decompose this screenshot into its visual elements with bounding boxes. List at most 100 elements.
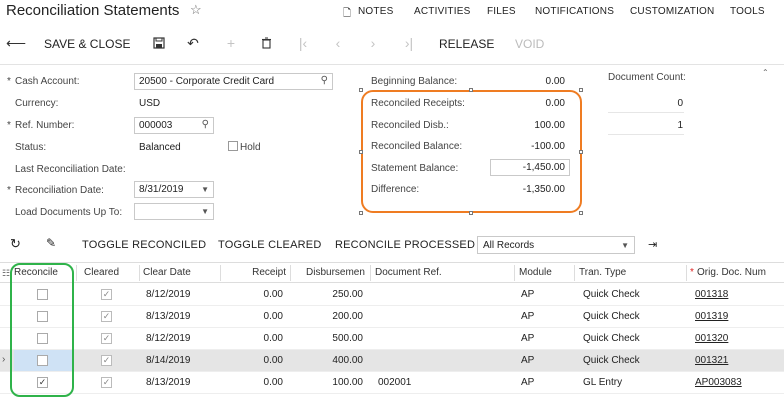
col-receipt[interactable]: Receipt [222,267,286,278]
required-marker: * [7,185,11,196]
clear-date-cell[interactable]: 8/14/2019 [146,355,191,366]
delete-icon[interactable] [257,35,275,52]
nav-activities[interactable]: ACTIVITIES [414,6,470,17]
toggle-reconciled-button[interactable]: TOGGLE RECONCILED [82,239,206,251]
resize-handle [579,211,583,215]
disbursement-cell[interactable]: 400.00 [292,355,363,366]
ref-number-field[interactable]: 000003 ⚲ [134,117,214,134]
document-count-disb: 1 [677,120,683,131]
search-icon[interactable]: ⚲ [321,75,328,86]
cleared-checkbox[interactable]: ✓ [101,311,112,322]
previous-record-icon[interactable]: ‹ [329,35,347,51]
back-arrow-icon[interactable]: ⟵ [6,35,26,52]
orig-doc-link[interactable]: AP003083 [695,377,742,388]
table-row[interactable]: ✓ 8/13/2019 0.00 200.00 AP Quick Check 001319 [0,306,784,328]
orig-doc-link[interactable]: 001320 [695,333,728,344]
cash-account-field[interactable]: 20500 - Corporate Credit Card ⚲ [134,73,333,90]
module-cell[interactable]: AP [521,333,534,344]
col-tran-type[interactable]: Tran. Type [579,267,626,278]
first-record-icon[interactable]: |‹ [294,35,312,51]
module-cell[interactable]: AP [521,289,534,300]
cleared-checkbox[interactable]: ✓ [101,355,112,366]
void-button[interactable]: VOID [515,37,544,51]
table-row[interactable]: ✓ ✓ 8/13/2019 0.00 100.00 002001 AP GL Entry AP0… [0,372,784,394]
clear-date-cell[interactable]: 8/13/2019 [146,311,191,322]
save-close-button[interactable]: SAVE & CLOSE [44,37,130,51]
ref-number-label: Ref. Number: [15,120,75,131]
col-clear-date[interactable]: Clear Date [143,267,191,278]
cleared-checkbox[interactable]: ✓ [101,333,112,344]
receipt-cell[interactable]: 0.00 [222,289,283,300]
table-row[interactable]: ✓ 8/12/2019 0.00 250.00 AP Quick Check 001318 [0,284,784,306]
tran-type-cell[interactable]: Quick Check [583,333,640,344]
disbursement-cell[interactable]: 100.00 [292,377,363,388]
table-row[interactable]: › ✓ 8/14/2019 0.00 400.00 AP Quick Check 001321 [0,350,784,372]
grid-settings-icon[interactable]: ☷ [2,268,10,279]
save-icon[interactable] [150,35,168,52]
release-button[interactable]: RELEASE [439,37,494,51]
filter-select[interactable]: All Records ▼ [477,236,635,254]
dropdown-arrow-icon[interactable]: ▼ [201,207,209,216]
document-ref-cell[interactable]: 002001 [378,377,411,388]
next-record-icon[interactable]: › [364,35,382,51]
table-row[interactable]: ✓ 8/12/2019 0.00 500.00 AP Quick Check 001320 [0,328,784,350]
nav-notifications[interactable]: NOTIFICATIONS [535,6,614,17]
undo-icon[interactable]: ↶ [184,35,202,52]
col-disbursement[interactable]: Disbursemen [306,267,369,278]
orig-doc-link[interactable]: 001321 [695,355,728,366]
module-cell[interactable]: AP [521,377,534,388]
dropdown-arrow-icon[interactable]: ▼ [621,241,629,250]
col-document-ref[interactable]: Document Ref. [375,267,442,278]
cleared-checkbox[interactable]: ✓ [101,377,112,388]
disbursement-cell[interactable]: 250.00 [292,289,363,300]
search-icon[interactable]: ⚲ [202,119,209,130]
favorite-star-icon[interactable]: ☆ [190,2,202,18]
notes-icon[interactable]: 🗋 [343,6,351,23]
tran-type-cell[interactable]: Quick Check [583,289,640,300]
resize-handle [469,211,473,215]
toggle-cleared-button[interactable]: TOGGLE CLEARED [218,239,321,251]
dropdown-arrow-icon[interactable]: ▼ [201,185,209,194]
receipt-cell[interactable]: 0.00 [222,311,283,322]
add-icon[interactable]: + [222,35,240,51]
recon-date-field[interactable]: 8/31/2019 ▼ [134,181,214,198]
filter-select-value: All Records [483,240,535,251]
recon-date-value: 8/31/2019 [139,184,184,195]
last-recon-date-label: Last Reconciliation Date: [15,164,126,175]
tran-type-cell[interactable]: GL Entry [583,377,622,388]
module-cell[interactable]: AP [521,311,534,322]
col-orig-doc-num[interactable]: Orig. Doc. Num [697,267,766,278]
disbursement-cell[interactable]: 200.00 [292,311,363,322]
fit-columns-icon[interactable]: ⇥ [648,238,657,251]
orig-doc-link[interactable]: 001319 [695,311,728,322]
cleared-checkbox[interactable]: ✓ [101,289,112,300]
orig-doc-link[interactable]: 001318 [695,289,728,300]
clear-date-cell[interactable]: 8/12/2019 [146,333,191,344]
edit-icon[interactable]: ✎ [46,236,56,250]
nav-tools[interactable]: TOOLS [730,6,765,17]
module-cell[interactable]: AP [521,355,534,366]
beginning-balance-value: 0.00 [545,76,565,87]
tran-type-cell[interactable]: Quick Check [583,311,640,322]
required-marker: * [7,76,11,87]
clear-date-cell[interactable]: 8/13/2019 [146,377,191,388]
required-marker: * [690,267,694,278]
receipt-cell[interactable]: 0.00 [222,355,283,366]
disbursement-cell[interactable]: 500.00 [292,333,363,344]
last-record-icon[interactable]: ›| [400,35,418,51]
col-cleared[interactable]: Cleared [84,267,119,278]
receipt-cell[interactable]: 0.00 [222,377,283,388]
col-module[interactable]: Module [519,267,552,278]
collapse-icon[interactable]: ⌃ [762,68,769,77]
receipt-cell[interactable]: 0.00 [222,333,283,344]
clear-date-cell[interactable]: 8/12/2019 [146,289,191,300]
reconcile-processed-button[interactable]: RECONCILE PROCESSED [335,239,475,251]
beginning-balance-label: Beginning Balance: [371,76,458,87]
hold-checkbox[interactable] [228,141,238,151]
nav-notes[interactable]: NOTES [358,6,393,17]
nav-customization[interactable]: CUSTOMIZATION [630,6,714,17]
nav-files[interactable]: FILES [487,6,516,17]
load-docs-field[interactable]: ▼ [134,203,214,220]
tran-type-cell[interactable]: Quick Check [583,355,640,366]
refresh-icon[interactable]: ↻ [10,236,21,252]
